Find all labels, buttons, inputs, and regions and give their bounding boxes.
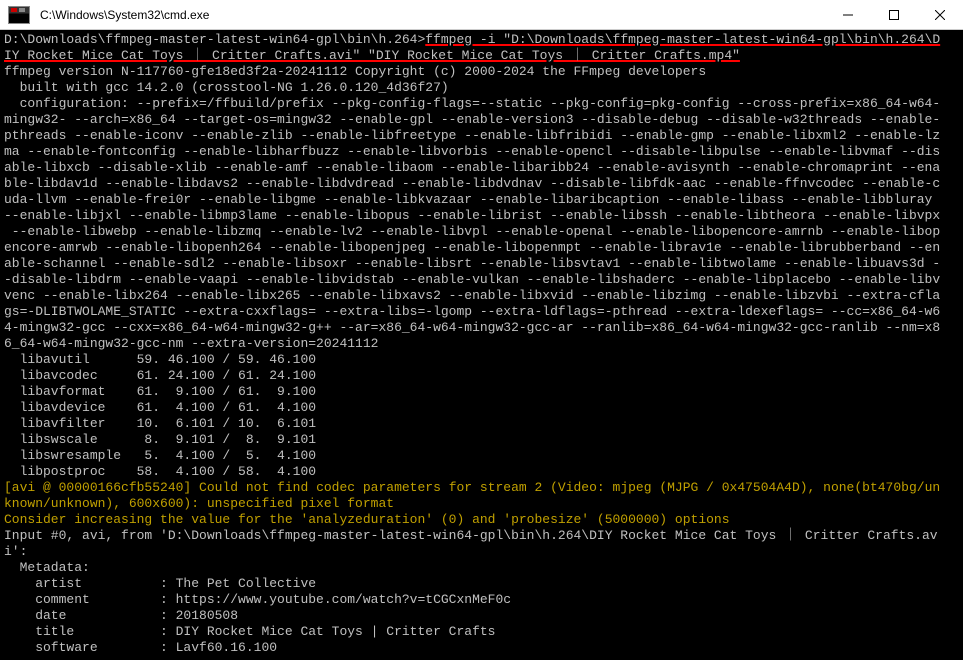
window-titlebar: C:\Windows\System32\cmd.exe (0, 0, 963, 30)
meta-software: software : Lavf60.16.100 (4, 640, 277, 655)
terminal-output[interactable]: D:\Downloads\ffmpeg-master-latest-win64-… (0, 30, 963, 660)
input-line-2: i': (4, 544, 27, 559)
built-with: built with gcc 14.2.0 (crosstool-NG 1.26… (4, 80, 449, 95)
config-12: venc --enable-libx264 --enable-libx265 -… (4, 288, 940, 303)
config-15: 6_64-w64-mingw32-gcc-nm --extra-version=… (4, 336, 378, 351)
meta-date: date : 20180508 (4, 608, 238, 623)
command-line-1: ffmpeg -i "D:\Downloads\ffmpeg-master-la… (425, 32, 940, 47)
warn-tag: [avi @ 00000166cfb55240] (4, 480, 199, 495)
lib-6: libswresample 5. 4.100 / 5. 4.100 (4, 448, 316, 463)
lib-5: libswscale 8. 9.101 / 8. 9.101 (4, 432, 316, 447)
config-1: mingw32- --arch=x86_64 --target-os=mingw… (4, 112, 940, 127)
window-title: C:\Windows\System32\cmd.exe (36, 8, 825, 22)
lib-7: libpostproc 58. 4.100 / 58. 4.100 (4, 464, 316, 479)
warn-msg-3: Consider increasing the value for the 'a… (4, 512, 730, 527)
meta-title: title : DIY Rocket Mice Cat Toys | Critt… (4, 624, 495, 639)
warn-msg-2: known/unknown), 600x600): unspecified pi… (4, 496, 394, 511)
config-3: ma --enable-fontconfig --enable-libharfb… (4, 144, 940, 159)
command-line-2: IY Rocket Mice Cat Toys ｜ Critter Crafts… (4, 48, 740, 63)
prompt-path: D:\Downloads\ffmpeg-master-latest-win64-… (4, 32, 425, 47)
input-line-1: Input #0, avi, from 'D:\Downloads\ffmpeg… (4, 528, 938, 543)
lib-1: libavcodec 61. 24.100 / 61. 24.100 (4, 368, 316, 383)
config-6: uda-llvm --enable-frei0r --enable-libgme… (4, 192, 940, 207)
ffmpeg-version: ffmpeg version N-117760-gfe18ed3f2a-2024… (4, 64, 706, 79)
config-14: 4-mingw32-gcc --cxx=x86_64-w64-mingw32-g… (4, 320, 940, 335)
warn-msg-1: Could not find codec parameters for stre… (199, 480, 940, 495)
meta-comment: comment : https://www.youtube.com/watch?… (4, 592, 511, 607)
minimize-button[interactable] (825, 0, 871, 30)
config-5: ble-libdav1d --enable-libdavs2 --enable-… (4, 176, 940, 191)
lib-3: libavdevice 61. 4.100 / 61. 4.100 (4, 400, 316, 415)
lib-2: libavformat 61. 9.100 / 61. 9.100 (4, 384, 316, 399)
cmd-icon (8, 6, 30, 24)
config-2: pthreads --enable-iconv --enable-zlib --… (4, 128, 940, 143)
maximize-button[interactable] (871, 0, 917, 30)
config-10: able-schannel --enable-sdl2 --enable-lib… (4, 256, 940, 271)
config-13: gs=-DLIBTWOLAME_STATIC --extra-cxxflags=… (4, 304, 940, 319)
config-9: encore-amrwb --enable-libopenh264 --enab… (4, 240, 940, 255)
close-button[interactable] (917, 0, 963, 30)
config-0: configuration: --prefix=/ffbuild/prefix … (4, 96, 940, 111)
config-4: able-libxcb --disable-xlib --enable-amf … (4, 160, 940, 175)
metadata-label: Metadata: (4, 560, 90, 575)
lib-0: libavutil 59. 46.100 / 59. 46.100 (4, 352, 316, 367)
lib-4: libavfilter 10. 6.101 / 10. 6.101 (4, 416, 316, 431)
config-11: -disable-libdrm --enable-vaapi --enable-… (4, 272, 940, 287)
config-8: --enable-libwebp --enable-libzmq --enabl… (4, 224, 940, 239)
meta-artist: artist : The Pet Collective (4, 576, 316, 591)
config-7: --enable-libjxl --enable-libmp3lame --en… (4, 208, 940, 223)
